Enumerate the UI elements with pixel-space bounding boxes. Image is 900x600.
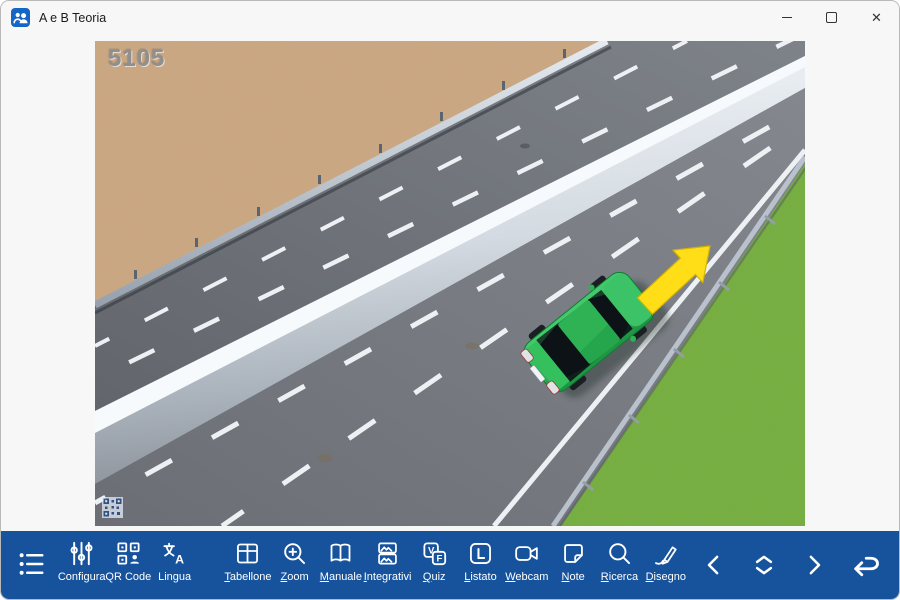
toolbar-item-label: QR Code (105, 571, 151, 583)
toolbar-item-menu[interactable] (3, 531, 58, 599)
app-window: A e B Teoria ✕ (0, 0, 900, 600)
search-icon (606, 540, 633, 567)
chevron-right-icon (799, 550, 829, 580)
toolbar-item-label: Note (562, 571, 585, 583)
close-button[interactable]: ✕ (854, 1, 899, 34)
stacked-images-icon (374, 540, 401, 567)
qr-code-icon (115, 540, 142, 567)
toolbar-item-label: Integrativi (364, 571, 412, 583)
maximize-button[interactable] (809, 1, 854, 34)
sliders-icon (68, 540, 95, 567)
return-button[interactable] (839, 547, 889, 583)
highway-scene (95, 41, 805, 526)
toolbar-item-label: Configura (58, 571, 106, 583)
toolbar-item-listato[interactable]: Listato (457, 531, 503, 599)
toolbar-group-spacer (198, 531, 225, 599)
toolbar-item-manuale[interactable]: Manuale (318, 531, 364, 599)
translate-icon: A (161, 540, 188, 567)
previous-button[interactable] (689, 550, 739, 580)
content-area: 5105 (1, 34, 899, 531)
road-mark (520, 144, 530, 149)
toolbar-item-lingua[interactable]: A Lingua (152, 531, 198, 599)
next-button[interactable] (789, 550, 839, 580)
svg-text:F: F (436, 554, 442, 565)
question-number: 5105 (108, 45, 165, 73)
zoom-in-icon (281, 540, 308, 567)
toolbar-item-label: Zoom (281, 571, 309, 583)
toolbar-item-label: Quiz (423, 571, 446, 583)
minimize-icon (782, 17, 792, 18)
toolbar-item-label: Listato (464, 571, 496, 583)
toolbar-item-ricerca[interactable]: Ricerca (596, 531, 642, 599)
title-bar: A e B Teoria ✕ (1, 1, 899, 34)
navigation-group (689, 531, 897, 599)
svg-text:A: A (175, 553, 184, 567)
open-book-icon (327, 540, 354, 567)
toolbar-item-webcam[interactable]: Webcam (504, 531, 550, 599)
toolbar-item-integrativi[interactable]: Integrativi (364, 531, 411, 599)
expand-button[interactable] (739, 550, 789, 580)
pen-draw-icon (652, 540, 679, 567)
toolbar-item-disegno[interactable]: Disegno (643, 531, 689, 599)
question-image: 5105 (95, 41, 805, 526)
list-menu-icon (16, 549, 46, 579)
toolbar-item-label: Manuale (320, 571, 362, 583)
true-false-icon: V F (421, 540, 448, 567)
toolbar-item-configura[interactable]: Configura (58, 531, 105, 599)
maximize-icon (826, 12, 837, 23)
toolbar-item-label: Disegno (646, 571, 686, 583)
toolbar-item-label: Lingua (158, 571, 191, 583)
qr-code-watermark-icon (102, 497, 123, 518)
toolbar-item-zoom[interactable]: Zoom (271, 531, 317, 599)
toolbar-item-tabellone[interactable]: Tabellone (224, 531, 271, 599)
manhole-1 (465, 343, 479, 350)
window-controls: ✕ (764, 1, 899, 34)
return-arrow-icon (846, 547, 882, 583)
toolbar-item-qr-code[interactable]: QR Code (105, 531, 151, 599)
toolbar-item-label: Tabellone (224, 571, 271, 583)
close-icon: ✕ (871, 11, 882, 24)
toolbar-item-quiz[interactable]: V F Quiz (411, 531, 457, 599)
manhole-2 (317, 454, 333, 462)
toolbar-item-label: Webcam (505, 571, 548, 583)
video-camera-icon (513, 540, 540, 567)
minimize-button[interactable] (764, 1, 809, 34)
window-title: A e B Teoria (39, 11, 106, 25)
letter-l-box-icon (467, 540, 494, 567)
grid-board-icon (234, 540, 261, 567)
note-page-icon (560, 540, 587, 567)
toolbar-item-label: Ricerca (601, 571, 638, 583)
chevron-left-icon (699, 550, 729, 580)
chevron-up-down-icon (749, 550, 779, 580)
toolbar-item-note[interactable]: Note (550, 531, 596, 599)
bottom-toolbar: Configura QR Code A Lingua (1, 531, 899, 599)
app-people-icon (11, 8, 30, 27)
